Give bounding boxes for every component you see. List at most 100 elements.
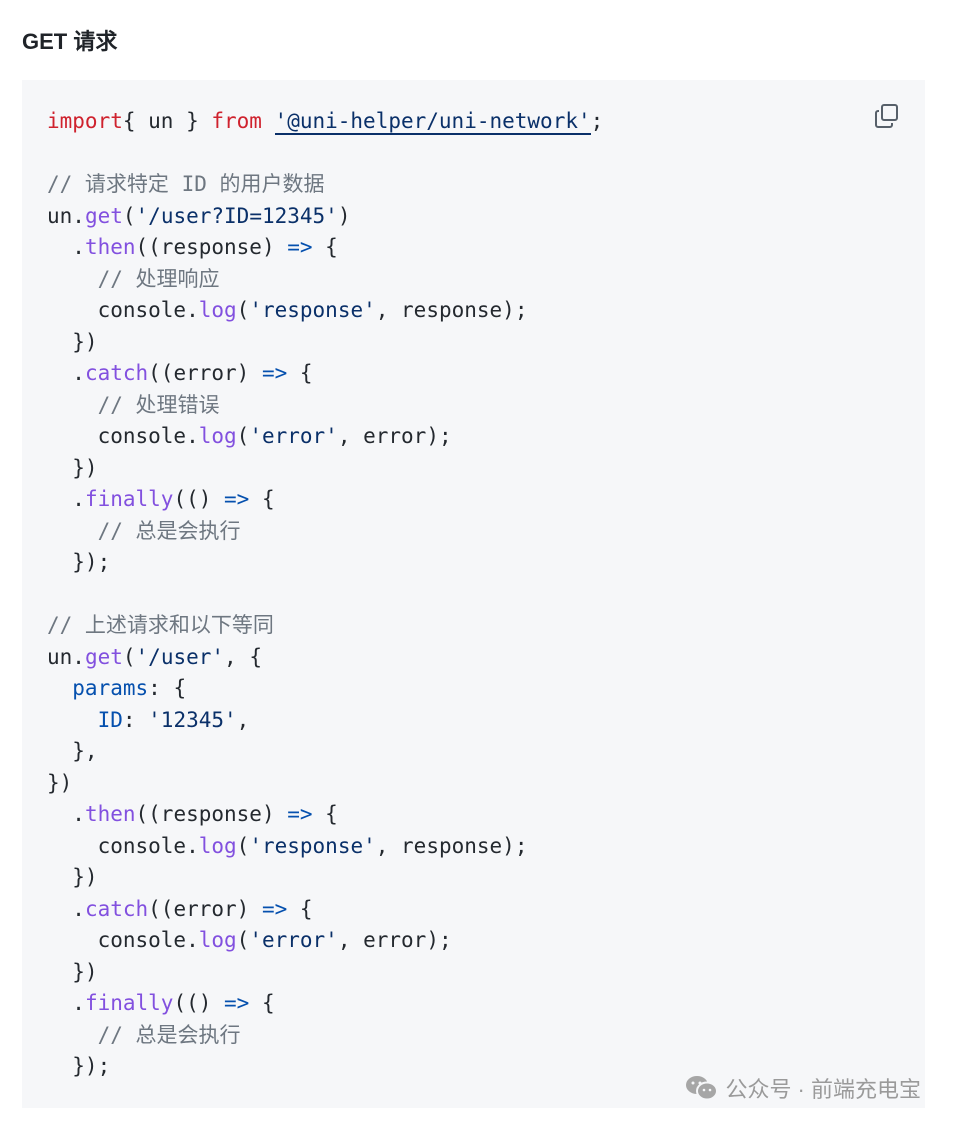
code-token: console. (47, 833, 199, 858)
code-token: '/user' (135, 644, 225, 669)
code-token: ( (236, 298, 250, 322)
code-token: finally (84, 487, 174, 511)
code-token: console. (47, 298, 199, 322)
code-token: { (249, 991, 275, 1015)
watermark: 公众号 · 前端充电宝 (685, 1072, 921, 1104)
code-token: import (47, 109, 123, 133)
code-token: get (84, 203, 123, 228)
code-token: => (224, 991, 250, 1015)
code-line: un.get('/user?ID=12345') (47, 201, 603, 233)
code-token: (() (173, 487, 225, 511)
code-line: console.log('response', response); (47, 295, 603, 327)
code-token: then (84, 802, 136, 826)
code-token: // 处理响应 (47, 266, 220, 291)
code-token: params (47, 676, 149, 700)
code-token: ((response) (135, 235, 288, 259)
code-line: ID: '12345', (47, 705, 603, 737)
code-token: ( (122, 644, 136, 669)
code-token: log (198, 928, 237, 952)
code-token: , error); (337, 424, 452, 448)
code-token: un. (47, 203, 85, 228)
code-token: }) (47, 455, 98, 480)
code-token: { (312, 802, 338, 826)
code-line: // 处理错误 (47, 390, 603, 422)
code-token: '12345' (148, 707, 237, 732)
code-line: }); (47, 547, 603, 579)
code-line: un.get('/user', { (47, 642, 603, 674)
code-token: }); (47, 550, 111, 574)
code-token: }) (47, 959, 98, 984)
code-token: => (287, 802, 313, 826)
code-line: // 处理响应 (47, 264, 603, 296)
code-token: ) (337, 203, 351, 228)
code-line: .finally(() => { (47, 484, 603, 516)
watermark-text: 公众号 · 前端充电宝 (725, 1077, 921, 1102)
code-token: , response); (375, 833, 528, 858)
code-line: params: { (47, 673, 603, 705)
code-token: { (249, 487, 275, 511)
code-token: { un } (122, 109, 212, 133)
code-token: 'response' (249, 833, 376, 858)
code-token: . (47, 361, 85, 385)
code-token: get (84, 644, 123, 669)
wechat-icon (686, 1076, 719, 1101)
code-token: catch (84, 896, 149, 921)
code-token: : (122, 707, 149, 732)
code-token: . (47, 487, 85, 511)
code-token: log (198, 833, 237, 858)
code-token: (() (173, 991, 225, 1015)
code-token: . (47, 991, 85, 1015)
code-token: => (261, 361, 288, 385)
code-line: // 总是会执行 (47, 516, 603, 548)
code-token: un. (47, 644, 85, 669)
code-line: }, (47, 736, 603, 768)
code-token: then (84, 235, 136, 259)
code-token: ( (122, 203, 136, 228)
code-token: '/user?ID=12345' (135, 203, 338, 228)
code-block: import{ un } from '@uni-helper/uni-networ… (22, 80, 925, 1108)
code-line: // 总是会执行 (47, 1020, 603, 1052)
code-token: ; (590, 109, 604, 133)
code-line: import{ un } from '@uni-helper/uni-networ… (47, 106, 603, 138)
code-token: }) (47, 865, 98, 889)
code-token: console. (47, 928, 199, 952)
code-token: ((response) (135, 802, 288, 826)
code-line: }) (47, 957, 603, 989)
code-token: ID (47, 707, 123, 732)
code-line: }) (47, 453, 603, 485)
code-token: 'error' (249, 928, 338, 952)
code-lines: import{ un } from '@uni-helper/uni-networ… (47, 106, 603, 1083)
code-line: console.log('error', error); (47, 421, 603, 453)
code-token: ((error) (148, 361, 262, 385)
code-token: { (287, 361, 313, 385)
code-token: ( (236, 424, 250, 448)
code-token: => (261, 896, 288, 921)
code-token: => (287, 235, 313, 259)
code-token: '@uni-helper/uni-network' (274, 109, 591, 135)
code-token: , (236, 707, 250, 732)
code-token: // 上述请求和以下等同 (47, 613, 274, 637)
code-token: => (224, 487, 250, 511)
copy-icon[interactable] (873, 102, 901, 130)
code-token: . (47, 235, 85, 259)
code-token: ( (236, 928, 250, 952)
code-line: }) (47, 862, 603, 894)
code-token: . (47, 802, 85, 826)
code-token: { (312, 235, 338, 259)
code-line: .catch((error) => { (47, 894, 603, 926)
code-line: // 请求特定 ID 的用户数据 (47, 169, 603, 201)
code-token: , { (224, 644, 262, 669)
code-token: from (211, 109, 262, 133)
code-token: }, (47, 739, 98, 763)
code-line: console.log('response', response); (47, 831, 603, 863)
code-token: }) (47, 770, 73, 795)
code-token: log (198, 298, 237, 322)
code-token: : { (148, 676, 187, 700)
code-token: . (47, 896, 85, 921)
code-token: // 请求特定 ID 的用户数据 (47, 172, 325, 196)
code-token: // 处理错误 (47, 392, 220, 417)
code-token: }) (47, 329, 98, 354)
code-line: console.log('error', error); (47, 925, 603, 957)
